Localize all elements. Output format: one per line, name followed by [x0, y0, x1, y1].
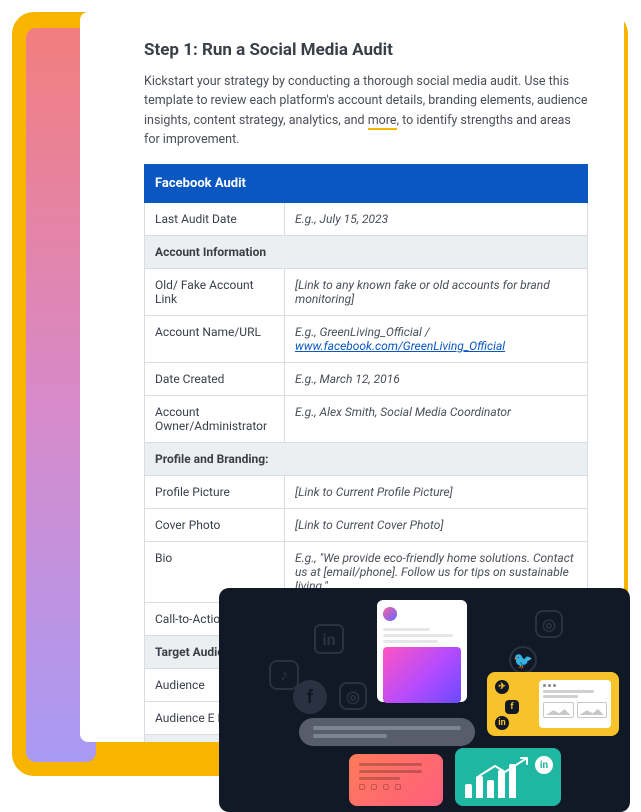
instagram-icon: ◎ [535, 610, 563, 638]
intro-text: Kickstart your strategy by conducting a … [144, 72, 588, 150]
row-label: Cover Photo [145, 508, 285, 541]
row-value: E.g., July 15, 2023 [285, 202, 588, 235]
trend-arrow-icon [475, 756, 539, 778]
mini-icon: f [505, 700, 519, 714]
row-label: Account Owner/Administrator [145, 395, 285, 442]
avatar-icon [383, 607, 397, 621]
row-label: Account Name/URL [145, 315, 285, 362]
text-line [359, 763, 422, 766]
row-value: [Link to Current Profile Picture] [285, 475, 588, 508]
promo-card: ♪ in f ◎ ◎ 🐦 ✈ f in [219, 588, 630, 812]
account-url-link[interactable]: www.facebook.com/GreenLiving_Official [295, 339, 505, 353]
table-row: Last Audit Date E.g., July 15, 2023 [145, 202, 588, 235]
chart-bar [465, 784, 472, 798]
facebook-icon: f [293, 680, 327, 714]
mini-icon: ✈ [495, 680, 509, 694]
browser-mock [539, 680, 611, 728]
image-row [543, 702, 607, 718]
section-row: Account Information [145, 235, 588, 268]
row-value: E.g., GreenLiving_Official / www.faceboo… [285, 315, 588, 362]
tiktok-icon: ♪ [269, 660, 299, 690]
window-dots [543, 684, 607, 687]
step-title: Step 1: Run a Social Media Audit [144, 40, 588, 60]
section-label: Profile and Branding: [145, 442, 588, 475]
table-row: Profile Picture [Link to Current Profile… [145, 475, 588, 508]
row-value: [Link to any known fake or old accounts … [285, 268, 588, 315]
intro-underlined: more [368, 113, 397, 130]
action-row [359, 784, 433, 790]
row-label: Profile Picture [145, 475, 285, 508]
table-header: Facebook Audit [145, 164, 588, 202]
chart-bar [487, 780, 494, 798]
instagram-icon: ◎ [339, 682, 367, 710]
text-line [383, 640, 438, 643]
row-label: Old/ Fake Account Link [145, 268, 285, 315]
text-line [359, 770, 422, 773]
table-header-row: Facebook Audit [145, 164, 588, 202]
table-row: Old/ Fake Account Link [Link to any know… [145, 268, 588, 315]
search-pill [299, 718, 475, 746]
section-label: Account Information [145, 235, 588, 268]
post-image [383, 647, 461, 703]
text-line [543, 695, 578, 698]
mini-icon: in [495, 716, 509, 730]
section-row: Profile and Branding: [145, 442, 588, 475]
text-line [359, 777, 400, 780]
row-value: E.g., March 12, 2016 [285, 362, 588, 395]
post-mock [377, 600, 467, 702]
row-value: E.g., Alex Smith, Social Media Coordinat… [285, 395, 588, 442]
text-line [313, 726, 461, 730]
text-line [383, 634, 453, 637]
table-row: Date Created E.g., March 12, 2016 [145, 362, 588, 395]
text-line [543, 690, 594, 693]
yellow-card: ✈ f in [487, 672, 619, 736]
row-value: [Link to Current Cover Photo] [285, 508, 588, 541]
chart-card: in [455, 748, 561, 806]
chart-bar [476, 776, 483, 798]
text-line [313, 734, 387, 738]
row-label: Last Audit Date [145, 202, 285, 235]
text-line [383, 628, 430, 631]
orange-card [349, 754, 443, 806]
linkedin-badge-icon: in [535, 756, 553, 774]
row-label: Date Created [145, 362, 285, 395]
table-row: Account Name/URL E.g., GreenLiving_Offic… [145, 315, 588, 362]
outer-frame: Step 1: Run a Social Media Audit Kicksta… [12, 12, 628, 776]
row-value-prefix: E.g., GreenLiving_Official / [295, 325, 430, 339]
twitter-icon: 🐦 [509, 646, 537, 674]
linkedin-icon: in [314, 624, 344, 654]
table-row: Account Owner/Administrator E.g., Alex S… [145, 395, 588, 442]
table-row: Cover Photo [Link to Current Cover Photo… [145, 508, 588, 541]
facebook-glyph: f [307, 687, 313, 708]
